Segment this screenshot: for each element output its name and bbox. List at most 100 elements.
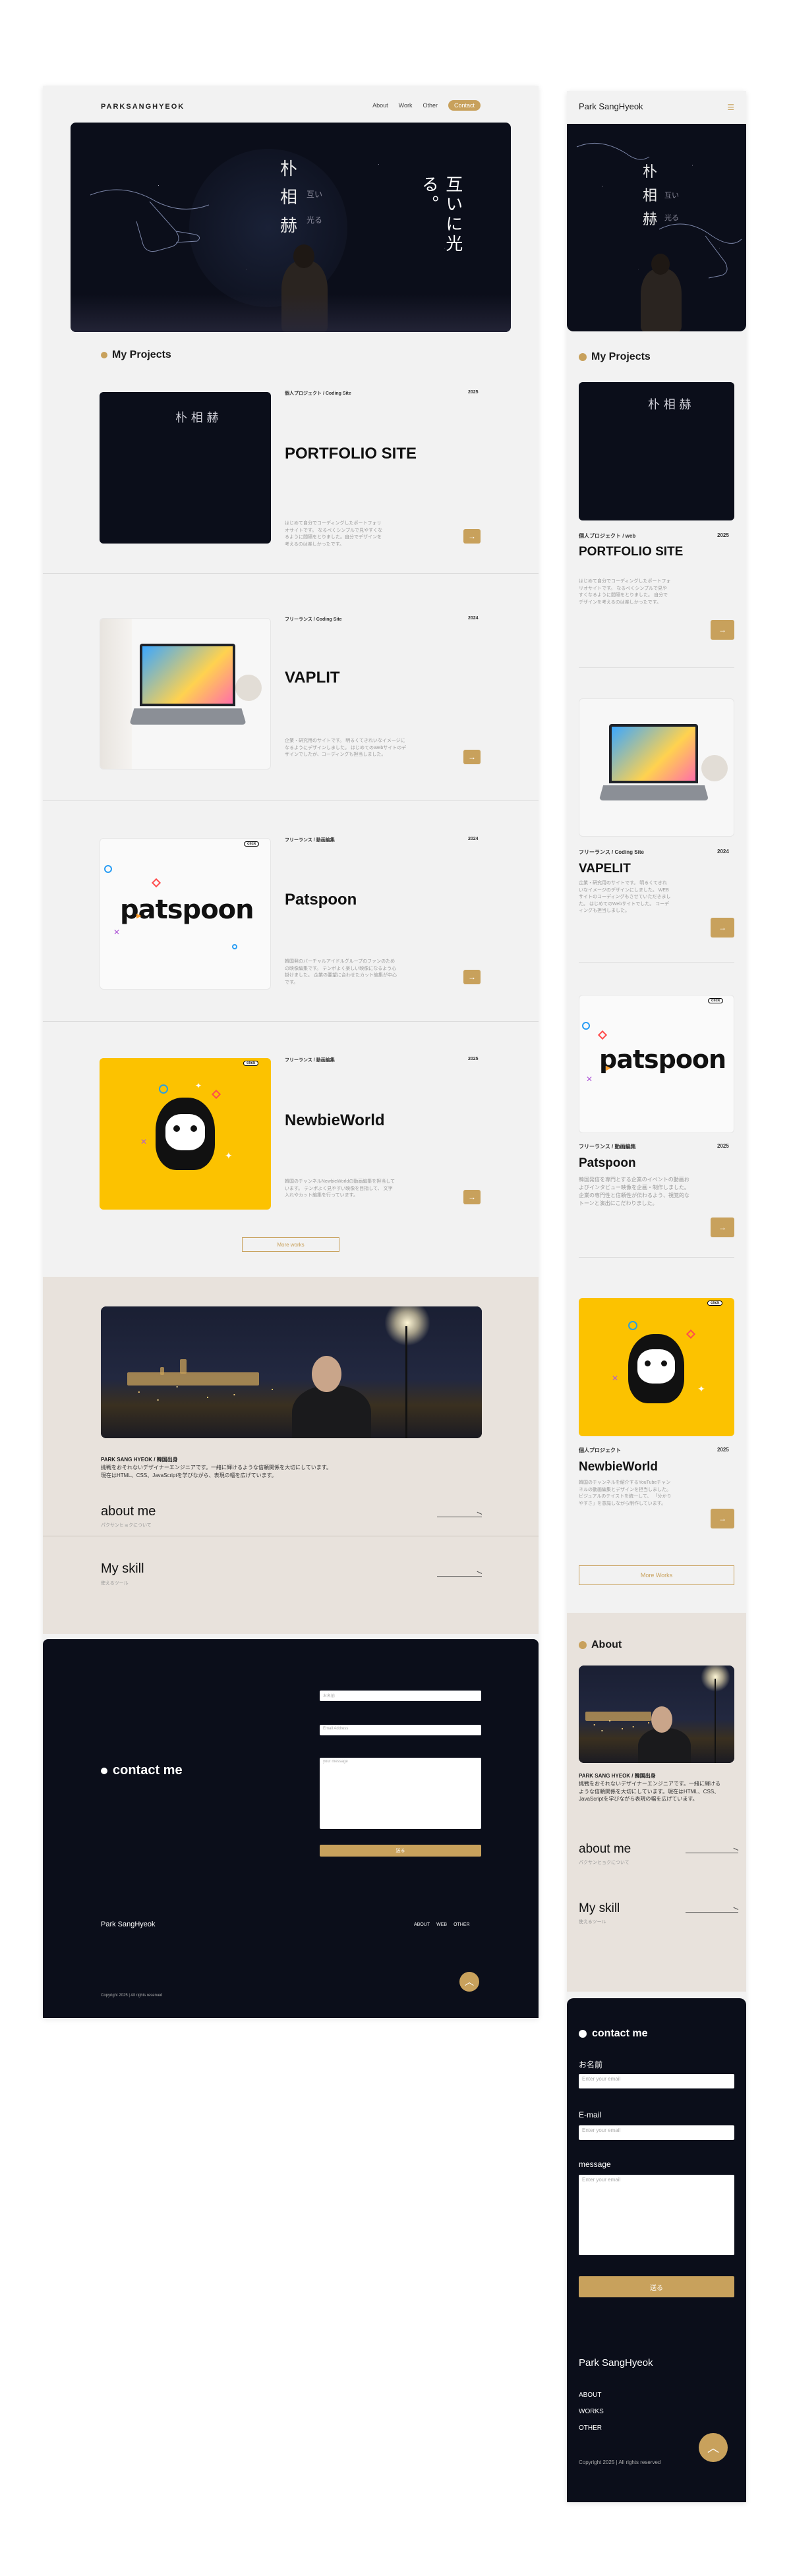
mobile-footer-link-about[interactable]: ABOUT [579,2392,601,2399]
project-thumb-newbieworld[interactable]: click ✕ ✦ ✦ [100,1058,271,1210]
mobile-thumb-newbieworld[interactable]: click ✕ ✦ [579,1298,734,1436]
mobile-project-arrow-button[interactable]: → [711,1218,734,1237]
arrow-right-icon: → [718,923,726,932]
mobile-project-title: NewbieWorld [579,1460,658,1474]
contact-title: contact me [101,1763,183,1778]
mobile-project-year: 2024 [717,849,729,854]
mobile-my-skill-link[interactable]: My skill [579,1901,620,1916]
section-dot-icon [579,1641,587,1649]
mobile-about-me-link[interactable]: about me [579,1842,631,1857]
project-description: 企業・研究用のサイトです。 明るくてきれいなイメージになるようにデザインしました… [285,739,407,757]
arrow-right-icon: → [718,1514,726,1523]
nav-link-other[interactable]: Other [423,102,438,109]
about-me-arrow-icon[interactable] [437,1511,483,1519]
mobile-thumb-patspoon[interactable]: click patspoon ✕ ▶ [579,995,734,1133]
desktop-mockup: PARKSANGHYEOK About Work Other Contact 朴… [43,86,539,2018]
mobile-about-me-sub: パクサンヒョクについて [579,1861,630,1865]
project-description: 韓国発のバーチャルアイドルグループのファンのための映像編集です。 テンポよく楽し… [285,959,397,985]
mobile-project-arrow-button[interactable]: → [711,620,734,640]
mobile-submit-button[interactable]: 送る [579,2276,734,2297]
about-text-1: 挑戦をおそれないデザイナーエンジニアです。一緒に輝けるような信頼関係を大切にして… [101,1465,332,1470]
mobile-name-input[interactable]: Enter your email [579,2074,734,2088]
mobile-mockup: Park SangHyeok ☰ 朴 相 赫 互い 光る My Projects… [567,91,746,2502]
project-category: フリーランス / 動画編集 [285,838,335,843]
section-dot-icon [101,352,107,358]
mobile-footer-link-works[interactable]: WORKS [579,2408,604,2415]
laptop-keyboard [129,708,247,725]
mobile-project-description: はじめて自分でコーディングしたポートフォリオサイトです。 なるべくシンプルで見や… [579,579,671,605]
arrow-right-icon: → [468,1192,476,1202]
mobile-hero-image: 朴 相 赫 互い 光る [567,124,746,331]
project-arrow-button[interactable]: → [463,970,481,984]
project-title: Patspoon [285,891,357,909]
section-dot-icon [579,353,587,361]
desktop-navbar: PARKSANGHYEOK About Work Other Contact [43,86,539,117]
mobile-project-arrow-button[interactable]: → [711,918,734,938]
mobile-thumb-portfolio[interactable]: 朴 相 赫 [579,382,734,520]
mobile-email-input[interactable]: Enter your email [579,2125,734,2140]
message-textarea[interactable]: your message [320,1758,481,1829]
project-year: 2025 [468,1057,479,1061]
section-dot-icon [579,2030,587,2038]
click-tag: click [708,998,724,1003]
mobile-about-photo [579,1666,734,1763]
mobile-my-skill-arrow-icon[interactable] [686,1907,739,1915]
mobile-copyright: Copyright 2025 | All rights reserved [579,2459,661,2465]
desktop-projects-title: My Projects [101,349,171,361]
mobile-back-to-top-button[interactable]: ︿ [699,2433,728,2462]
mobile-projects-title: My Projects [579,351,651,363]
back-to-top-button[interactable]: ︿ [459,1972,479,1992]
mobile-project-category: フリーランス / 動画編集 [579,1144,636,1150]
mobile-about-title: About [579,1639,622,1651]
click-tag: click [707,1301,723,1306]
mobile-project-description: 企業・研究用のサイトです。 明るくてきれいなイメージのデザインにしました。 WE… [579,881,671,913]
desktop-logo[interactable]: PARKSANGHYEOK [101,103,185,111]
mobile-project-year: 2025 [717,1143,729,1149]
mobile-contact-title: contact me [579,2028,647,2040]
project-title: VAPLIT [285,669,340,686]
patspoon-logo: patspoon [599,1045,726,1074]
nav-contact-button[interactable]: Contact [448,100,481,111]
project-thumb-patspoon[interactable]: click patspoon ✕ ▶ [100,838,271,990]
project-thumb-portfolio[interactable]: 朴 相 赫 [100,392,271,544]
project-arrow-button[interactable]: → [463,1190,481,1204]
project-arrow-button[interactable]: → [463,750,481,764]
mobile-project-title: VAPELIT [579,862,631,876]
project-year: 2024 [468,837,479,841]
mobile-project-category: 個人プロジェクト / web [579,533,636,539]
mobile-about-me-arrow-icon[interactable] [686,1847,739,1855]
chevron-up-icon: ︿ [465,1976,474,1987]
footer-link-about[interactable]: ABOUT [414,1922,430,1927]
nav-link-about[interactable]: About [372,102,388,109]
mobile-more-works-button[interactable]: More Works [579,1565,734,1585]
hero-name-vertical: 朴 相 赫 [280,159,298,236]
mobile-thumb-vapelit[interactable] [579,698,734,837]
footer-link-web[interactable]: WEB [436,1922,447,1927]
name-input[interactable]: お名前 [320,1691,481,1701]
hamburger-menu-icon[interactable]: ☰ [727,103,734,112]
project-arrow-button[interactable]: → [463,529,481,544]
email-input[interactable]: Email Address [320,1725,481,1735]
my-skill-arrow-icon[interactable] [437,1571,483,1579]
project-thumb-vaplit[interactable] [100,618,271,770]
copyright: Copyright 2025 | All rights reserved [101,1994,163,1998]
project-description: はじめて自分でコーディングしたポートフォリオサイトです。 なるべくシンプルで見や… [285,521,383,547]
click-tag: click [244,841,260,847]
section-dot-icon [101,1767,107,1774]
mobile-project-title: PORTFOLIO SITE [579,545,684,559]
mobile-nav-name[interactable]: Park SangHyeok [579,101,643,111]
nav-link-work[interactable]: Work [399,102,413,109]
arrow-right-icon: → [718,1223,726,1232]
mobile-project-category: フリーランス / Coding Site [579,849,644,855]
desktop-contact-section: contact me お名前 Email Address your messag… [43,1639,539,2018]
submit-button[interactable]: 送る [320,1845,481,1857]
mobile-footer-link-other[interactable]: OTHER [579,2424,602,2432]
about-me-link[interactable]: about me [101,1504,156,1519]
footer-link-other[interactable]: OTHER [454,1922,470,1927]
mobile-message-textarea[interactable]: Enter your email [579,2175,734,2255]
mobile-project-arrow-button[interactable]: → [711,1509,734,1528]
mobile-project-year: 2025 [717,532,729,538]
my-skill-link[interactable]: My skill [101,1561,144,1577]
desktop-nav-links: About Work Other Contact [372,100,481,111]
more-works-button[interactable]: More works [242,1237,339,1252]
